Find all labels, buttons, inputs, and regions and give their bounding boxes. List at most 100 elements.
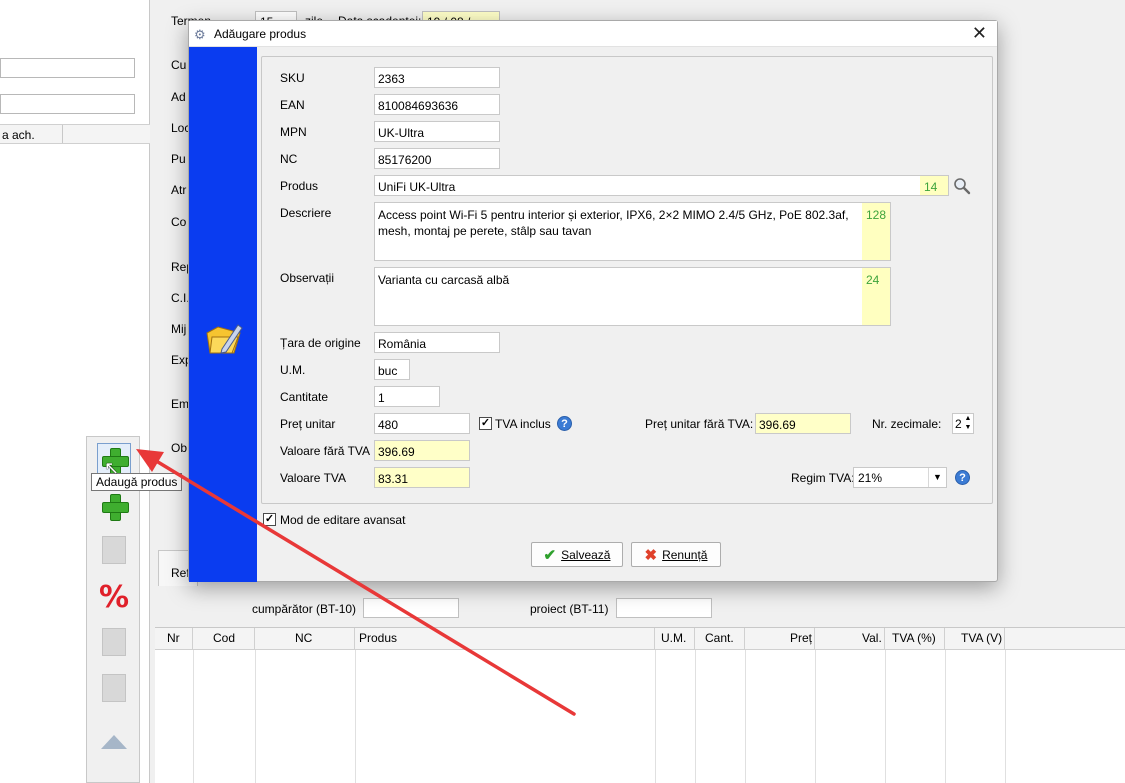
grid-col-nc[interactable]: NC xyxy=(255,628,355,650)
edit-button[interactable] xyxy=(97,625,131,659)
cumparator-field[interactable] xyxy=(363,598,459,618)
produs-input[interactable]: UniFi UK-Ultra 14 xyxy=(374,175,949,196)
grid-col-pret[interactable]: Preț xyxy=(745,628,815,650)
mod-avansat-checkbox[interactable]: ✓ xyxy=(263,513,276,526)
left-input-1[interactable] xyxy=(0,58,135,78)
regim-tva-select[interactable]: 21% ▼ xyxy=(853,467,947,488)
help-icon[interactable]: ? xyxy=(955,470,970,485)
cantitate-label: Cantitate xyxy=(280,390,329,404)
pret-fara-tva-field: 396.69 xyxy=(755,413,851,434)
col-separator xyxy=(62,125,63,143)
grid-col-um[interactable]: U.M. xyxy=(655,628,695,650)
grid-col-cant[interactable]: Cant. xyxy=(695,628,745,650)
close-icon[interactable]: ✕ xyxy=(972,23,987,44)
percent-icon: % xyxy=(98,579,130,615)
copy-button[interactable] xyxy=(97,533,131,567)
grid-col-tva-pct[interactable]: TVA (%) xyxy=(885,628,945,650)
grid-col-line xyxy=(355,650,356,783)
arrow-up-icon xyxy=(101,735,127,749)
grid-header: Nr Cod NC Produs U.M. Cant. Preț Val. TV… xyxy=(155,628,1125,650)
dialog-side-panel xyxy=(189,47,257,582)
copy-icon xyxy=(102,536,126,564)
cancel-x-icon: ✖ xyxy=(644,546,658,564)
mouse-cursor-icon: ↖ xyxy=(104,458,120,478)
descriere-char-count: 128 xyxy=(862,203,890,260)
folder-pen-icon xyxy=(206,324,243,354)
um-input[interactable]: buc xyxy=(374,359,410,380)
valoare-tva-field: 83.31 xyxy=(374,467,470,488)
tara-label: Țara de origine xyxy=(280,336,361,350)
nr-zecimale-label: Nr. zecimale: xyxy=(872,417,942,431)
form-label: Ad xyxy=(171,90,186,104)
chevron-down-icon: ▼ xyxy=(928,468,946,487)
cantitate-input[interactable]: 1 xyxy=(374,386,440,407)
delete-icon xyxy=(102,674,126,702)
tara-input[interactable]: România xyxy=(374,332,500,353)
cancel-button-label: Renunță xyxy=(662,547,708,562)
form-label: Cu xyxy=(171,58,187,72)
form-label: Ob xyxy=(171,441,188,455)
grid-col-line xyxy=(255,650,256,783)
cumparator-label: cumpărător (BT-10) xyxy=(252,602,357,616)
form-label: Atr xyxy=(171,183,187,197)
left-table-header: a ach. xyxy=(0,124,150,144)
descriere-textarea[interactable]: Access point Wi-Fi 5 pentru interior și … xyxy=(374,202,891,261)
pret-unitar-label: Preț unitar xyxy=(280,417,336,431)
observatii-text: Varianta cu carcasă albă xyxy=(378,273,510,287)
regim-tva-label: Regim TVA: xyxy=(791,471,855,485)
grid-col-line xyxy=(945,650,946,783)
dialog-title: Adăugare produs xyxy=(214,27,307,41)
regim-tva-value: 21% xyxy=(858,471,883,485)
pret-fara-tva-label: Preț unitar fără TVA: xyxy=(645,417,754,431)
ean-label: EAN xyxy=(280,98,305,112)
help-icon[interactable]: ? xyxy=(557,416,572,431)
grid-col-cod[interactable]: Cod xyxy=(193,628,255,650)
cancel-button[interactable]: ✖ Renunță xyxy=(631,542,721,567)
nc-input[interactable]: 85176200 xyxy=(374,148,500,169)
sku-input[interactable]: 2363 xyxy=(374,67,500,88)
grid-col-line xyxy=(695,650,696,783)
ean-input[interactable]: 810084693636 xyxy=(374,94,500,115)
tva-inclus-checkbox[interactable]: ✓ xyxy=(479,417,492,430)
descriere-text: Access point Wi-Fi 5 pentru interior și … xyxy=(378,208,849,238)
dialog-titlebar: ⚙ Adăugare produs ✕ xyxy=(189,21,997,47)
mod-avansat-label: Mod de editare avansat xyxy=(280,513,406,527)
pret-unitar-input[interactable]: 480 xyxy=(374,413,470,434)
save-button[interactable]: ✔ Salvează xyxy=(531,542,623,567)
grid-col-nr[interactable]: Nr xyxy=(155,628,193,650)
form-label: C.I. xyxy=(171,291,190,305)
search-icon[interactable] xyxy=(953,177,971,195)
nc-label: NC xyxy=(280,152,298,166)
nr-zecimale-value: 2 xyxy=(955,417,962,431)
save-button-label: Salvează xyxy=(561,547,611,562)
valoare-tva-label: Valoare TVA xyxy=(280,471,347,485)
left-col-header: a ach. xyxy=(2,128,35,142)
app-gear-icon: ⚙ xyxy=(194,27,206,42)
form-label: Mij xyxy=(171,322,187,336)
grid-col-produs[interactable]: Produs xyxy=(355,628,655,650)
left-input-2[interactable] xyxy=(0,94,135,114)
valoare-fara-tva-label: Valoare fără TVA xyxy=(280,444,371,458)
nr-zecimale-stepper[interactable]: 2 ▲ ▼ xyxy=(952,413,974,434)
grid-col-line xyxy=(655,650,656,783)
observatii-label: Observații xyxy=(280,271,335,285)
mpn-input[interactable]: UK-Ultra xyxy=(374,121,500,142)
grid-col-line xyxy=(815,650,816,783)
products-grid: Nr Cod NC Produs U.M. Cant. Preț Val. TV… xyxy=(155,627,1125,783)
observatii-textarea[interactable]: Varianta cu carcasă albă 24 xyxy=(374,267,891,326)
proiect-label: proiect (BT-11) xyxy=(530,602,609,616)
edit-icon xyxy=(102,628,126,656)
move-up-button[interactable] xyxy=(97,725,131,759)
tva-inclus-label: TVA inclus xyxy=(495,417,551,431)
grid-col-tva-val[interactable]: TVA (V) xyxy=(945,628,1005,650)
spinner-arrows-icon[interactable]: ▲ ▼ xyxy=(963,414,973,433)
grid-col-line xyxy=(885,650,886,783)
form-label: Pu xyxy=(171,152,186,166)
add-product-alt-button[interactable] xyxy=(97,489,131,523)
grid-col-val[interactable]: Val. xyxy=(815,628,885,650)
discount-button[interactable]: % xyxy=(97,579,131,615)
grid-col-line xyxy=(193,650,194,783)
proiect-field[interactable] xyxy=(616,598,712,618)
delete-button[interactable] xyxy=(97,671,131,705)
form-label: Em xyxy=(171,397,189,411)
